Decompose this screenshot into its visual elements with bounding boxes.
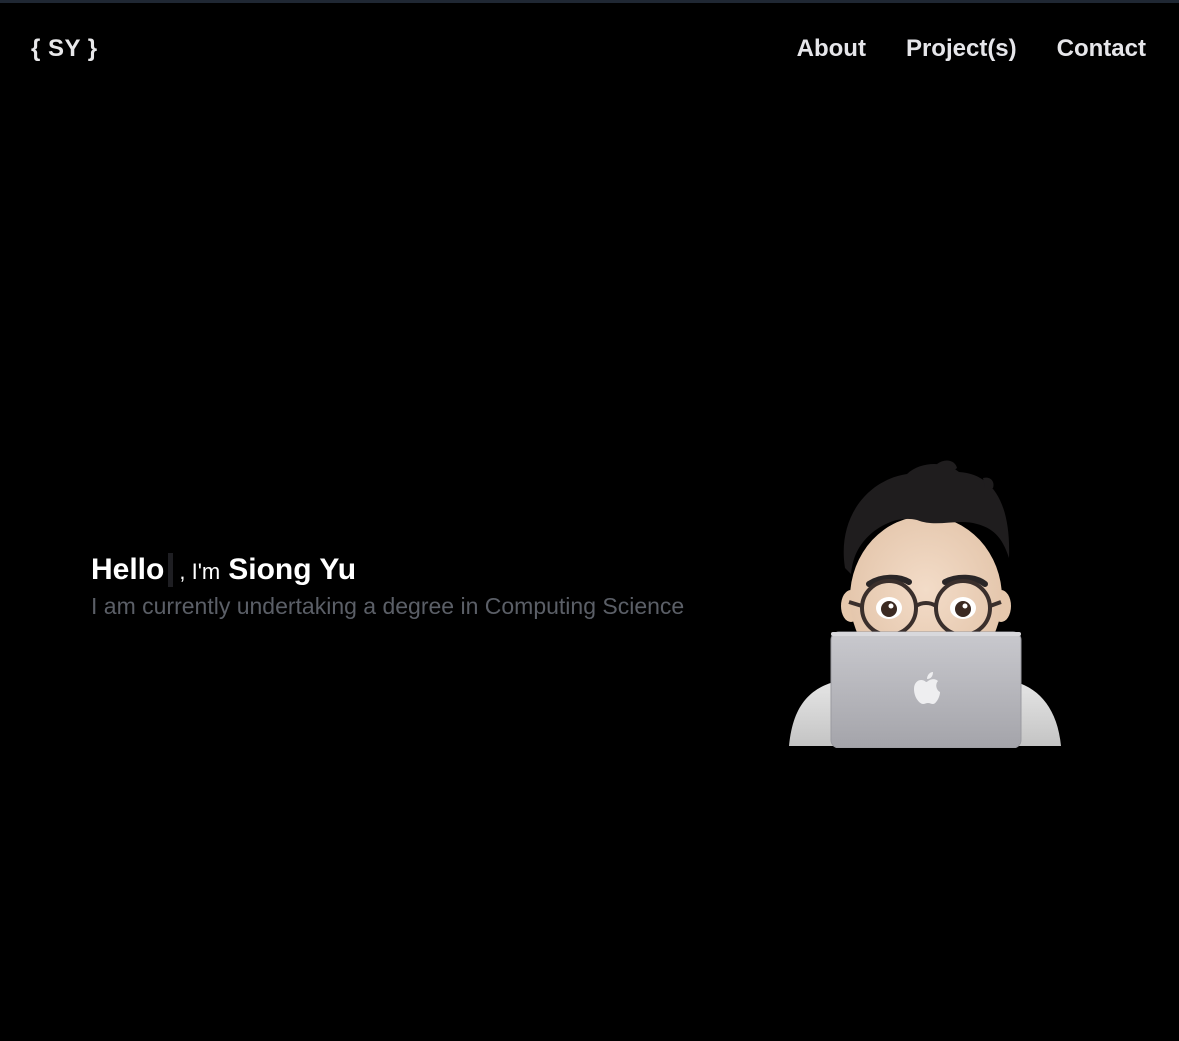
nav-links: About Project(s) Contact [797, 35, 1146, 63]
typing-cursor [168, 553, 174, 587]
memoji-with-laptop-icon [787, 458, 1063, 749]
nav-link-about[interactable]: About [797, 35, 866, 63]
nav-link-projects[interactable]: Project(s) [906, 35, 1017, 63]
hero-subtitle: I am currently undertaking a degree in C… [91, 593, 685, 619]
site-logo[interactable]: { SY } [31, 35, 98, 63]
nav-link-contact[interactable]: Contact [1057, 35, 1146, 63]
im-text: , I'm [179, 559, 221, 584]
navbar: { SY } About Project(s) Contact [0, 3, 1179, 93]
greeting-line: Hello , I'm Siong Yu [91, 553, 684, 587]
hero-section: Hello , I'm Siong Yu I am currently unde… [91, 553, 684, 620]
hero-name: Siong Yu [228, 553, 357, 586]
hello-text: Hello [91, 553, 165, 586]
